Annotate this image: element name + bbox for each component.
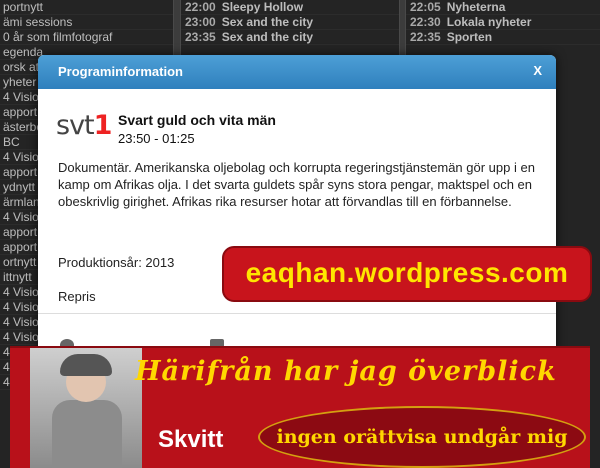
channel-logo-text: svt xyxy=(56,110,95,141)
ad-name: Skvitt xyxy=(158,426,224,453)
ad-tagline-oval: ingen orättvisa undgår mig xyxy=(258,406,586,468)
ad-photo-cap xyxy=(60,354,112,376)
channel-logo-number: 1 xyxy=(93,110,113,141)
ad-photo xyxy=(30,348,142,468)
dialog-title: Programinformation xyxy=(58,64,183,79)
ad-banner: Härifrån har jag överblick Skvitt ingen … xyxy=(10,346,590,468)
repris-label: Repris xyxy=(58,289,96,304)
program-description: Dokumentär. Amerikanska oljebolag och ko… xyxy=(58,160,535,209)
dialog-divider xyxy=(38,313,556,314)
watermark-text: eaqhan.wordpress.com xyxy=(245,257,569,288)
program-info-dialog: Programinformation X svt1 Svart guld och… xyxy=(38,55,556,375)
ad-photo-body xyxy=(52,400,122,468)
production-year: Produktionsår: 2013 xyxy=(58,255,175,270)
dialog-header: Programinformation X xyxy=(38,55,556,89)
ad-headline: Härifrån har jag överblick xyxy=(135,356,557,387)
watermark-banner: eaqhan.wordpress.com xyxy=(222,246,592,302)
close-button[interactable]: X xyxy=(533,63,542,78)
ad-tagline: ingen orättvisa undgår mig xyxy=(276,426,568,448)
program-title: Svart guld och vita män xyxy=(118,112,276,128)
program-time: 23:50 - 01:25 xyxy=(118,131,195,146)
